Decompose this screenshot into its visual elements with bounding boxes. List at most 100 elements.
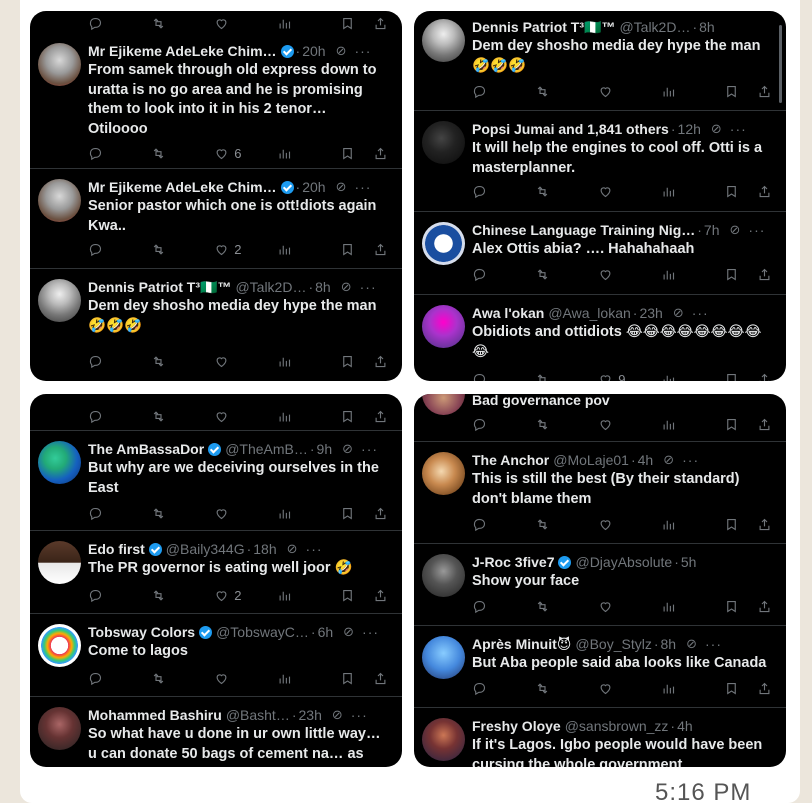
retweet-icon[interactable] — [535, 184, 598, 199]
bookmark-icon[interactable] — [340, 409, 373, 424]
grok-icon[interactable]: ⊘ — [730, 222, 741, 238]
views-icon[interactable] — [277, 354, 340, 369]
avatar[interactable] — [38, 441, 81, 484]
grok-icon[interactable]: ⊘ — [711, 121, 722, 137]
author-name[interactable]: Mr Ejikeme AdeLeke Chim… — [88, 43, 277, 59]
more-icon[interactable]: ··· — [354, 179, 371, 195]
retweet-icon[interactable] — [535, 372, 598, 381]
author-name[interactable]: J-Roc 3five7 — [472, 554, 554, 570]
reply-icon[interactable] — [472, 681, 535, 696]
tweet[interactable]: Mohammed Bashiru @Basht… · 23h ⊘ ··· So … — [30, 697, 402, 767]
author-name[interactable]: Popsi Jumai and 1,841 others — [472, 121, 669, 137]
reply-icon[interactable] — [472, 417, 535, 432]
grok-icon[interactable]: ⊘ — [686, 636, 697, 652]
author-handle[interactable]: @TobswayC… — [216, 624, 309, 640]
share-icon[interactable] — [757, 184, 776, 199]
share-icon[interactable] — [373, 146, 392, 161]
reply-icon[interactable] — [472, 372, 535, 381]
bookmark-icon[interactable] — [340, 146, 373, 161]
retweet-icon[interactable] — [535, 599, 598, 614]
tweet[interactable]: Popsi Jumai and 1,841 others · 12h ⊘ ···… — [414, 111, 786, 212]
reply-icon[interactable] — [88, 506, 151, 521]
retweet-icon[interactable] — [151, 242, 214, 257]
bookmark-icon[interactable] — [724, 372, 757, 381]
tweet-time[interactable]: 18h — [253, 541, 276, 557]
grok-icon[interactable]: ⊘ — [341, 279, 352, 295]
avatar[interactable] — [422, 19, 465, 62]
like-icon[interactable] — [214, 16, 277, 31]
retweet-icon[interactable] — [151, 506, 214, 521]
more-icon[interactable]: ··· — [354, 43, 371, 59]
author-name[interactable]: Chinese Language Training Nig… — [472, 222, 695, 238]
reply-icon[interactable] — [88, 354, 151, 369]
tweet[interactable]: Mr Ejikeme AdeLeke Chim… · 20h ⊘ ··· Sen… — [30, 169, 402, 269]
author-handle[interactable]: @Basht… — [226, 707, 290, 723]
tweet[interactable]: The Anchor @MoLaje01 · 4h ⊘ ··· This is … — [414, 442, 786, 544]
like-icon[interactable] — [598, 417, 661, 432]
bookmark-icon[interactable] — [340, 506, 373, 521]
more-icon[interactable]: ··· — [730, 121, 747, 137]
tweet[interactable]: Edo first @Baily344G · 18h ⊘ ··· The PR … — [30, 531, 402, 614]
tweet-time[interactable]: 20h — [302, 43, 325, 59]
author-handle[interactable]: @Talk2D… — [619, 19, 690, 35]
reply-icon[interactable] — [472, 184, 535, 199]
avatar[interactable] — [422, 305, 465, 348]
retweet-icon[interactable] — [151, 409, 214, 424]
bookmark-icon[interactable] — [724, 681, 757, 696]
author-name[interactable]: The Anchor — [472, 452, 549, 468]
grok-icon[interactable]: ⊘ — [336, 179, 347, 195]
tweet-time[interactable]: 12h — [678, 121, 701, 137]
like-icon[interactable] — [598, 681, 661, 696]
author-name[interactable]: Tobsway Colors — [88, 624, 195, 640]
reply-icon[interactable] — [472, 517, 535, 532]
more-icon[interactable]: ··· — [705, 636, 722, 652]
share-icon[interactable] — [757, 417, 776, 432]
avatar[interactable] — [38, 279, 81, 322]
author-handle[interactable]: @DjayAbsolute — [575, 554, 672, 570]
share-icon[interactable] — [373, 242, 392, 257]
avatar[interactable] — [38, 541, 81, 584]
author-name[interactable]: Dennis Patriot T³🇳🇬™ — [88, 279, 231, 296]
grok-icon[interactable]: ⊘ — [287, 541, 298, 557]
tweet[interactable]: Dennis Patriot T³🇳🇬™ @Talk2D… · 8h ⊘ ···… — [30, 269, 402, 381]
views-icon[interactable] — [661, 517, 724, 532]
grok-icon[interactable]: ⊘ — [336, 43, 347, 59]
bookmark-icon[interactable] — [724, 84, 757, 99]
tweet-time[interactable]: 7h — [704, 222, 720, 238]
like-icon[interactable]: 2 — [214, 588, 277, 603]
author-name[interactable]: Awa l'okan — [472, 305, 544, 321]
like-icon[interactable] — [214, 506, 277, 521]
reply-icon[interactable] — [472, 599, 535, 614]
tweet-time[interactable]: 23h — [639, 305, 662, 321]
reply-icon[interactable] — [472, 84, 535, 99]
author-handle[interactable]: @Talk2D… — [235, 279, 306, 295]
tweet-time[interactable]: 5h — [681, 554, 697, 570]
more-icon[interactable]: ··· — [360, 279, 377, 295]
share-icon[interactable] — [757, 84, 776, 99]
bookmark-icon[interactable] — [724, 417, 757, 432]
like-icon[interactable]: 6 — [214, 146, 277, 161]
reply-icon[interactable] — [88, 671, 151, 686]
views-icon[interactable] — [661, 599, 724, 614]
retweet-icon[interactable] — [151, 588, 214, 603]
share-icon[interactable] — [757, 681, 776, 696]
views-icon[interactable] — [277, 506, 340, 521]
retweet-icon[interactable] — [151, 16, 214, 31]
views-icon[interactable] — [277, 409, 340, 424]
share-icon[interactable] — [373, 506, 392, 521]
views-icon[interactable] — [661, 184, 724, 199]
tweet[interactable]: Dennis Patriot T³🇳🇬™ @Talk2D… · 8h Dem d… — [414, 11, 786, 111]
like-icon[interactable] — [598, 517, 661, 532]
like-icon[interactable] — [598, 84, 661, 99]
like-icon[interactable] — [598, 599, 661, 614]
author-name[interactable]: Mr Ejikeme AdeLeke Chim… — [88, 179, 277, 195]
avatar[interactable] — [422, 718, 465, 761]
share-icon[interactable] — [373, 16, 392, 31]
views-icon[interactable] — [277, 16, 340, 31]
reply-icon[interactable] — [472, 267, 535, 282]
tweet[interactable]: Tobsway Colors @TobswayC… · 6h ⊘ ··· Com… — [30, 614, 402, 697]
author-handle[interactable]: @Baily344G — [166, 541, 245, 557]
grok-icon[interactable]: ⊘ — [673, 305, 684, 321]
retweet-icon[interactable] — [535, 267, 598, 282]
views-icon[interactable] — [661, 84, 724, 99]
